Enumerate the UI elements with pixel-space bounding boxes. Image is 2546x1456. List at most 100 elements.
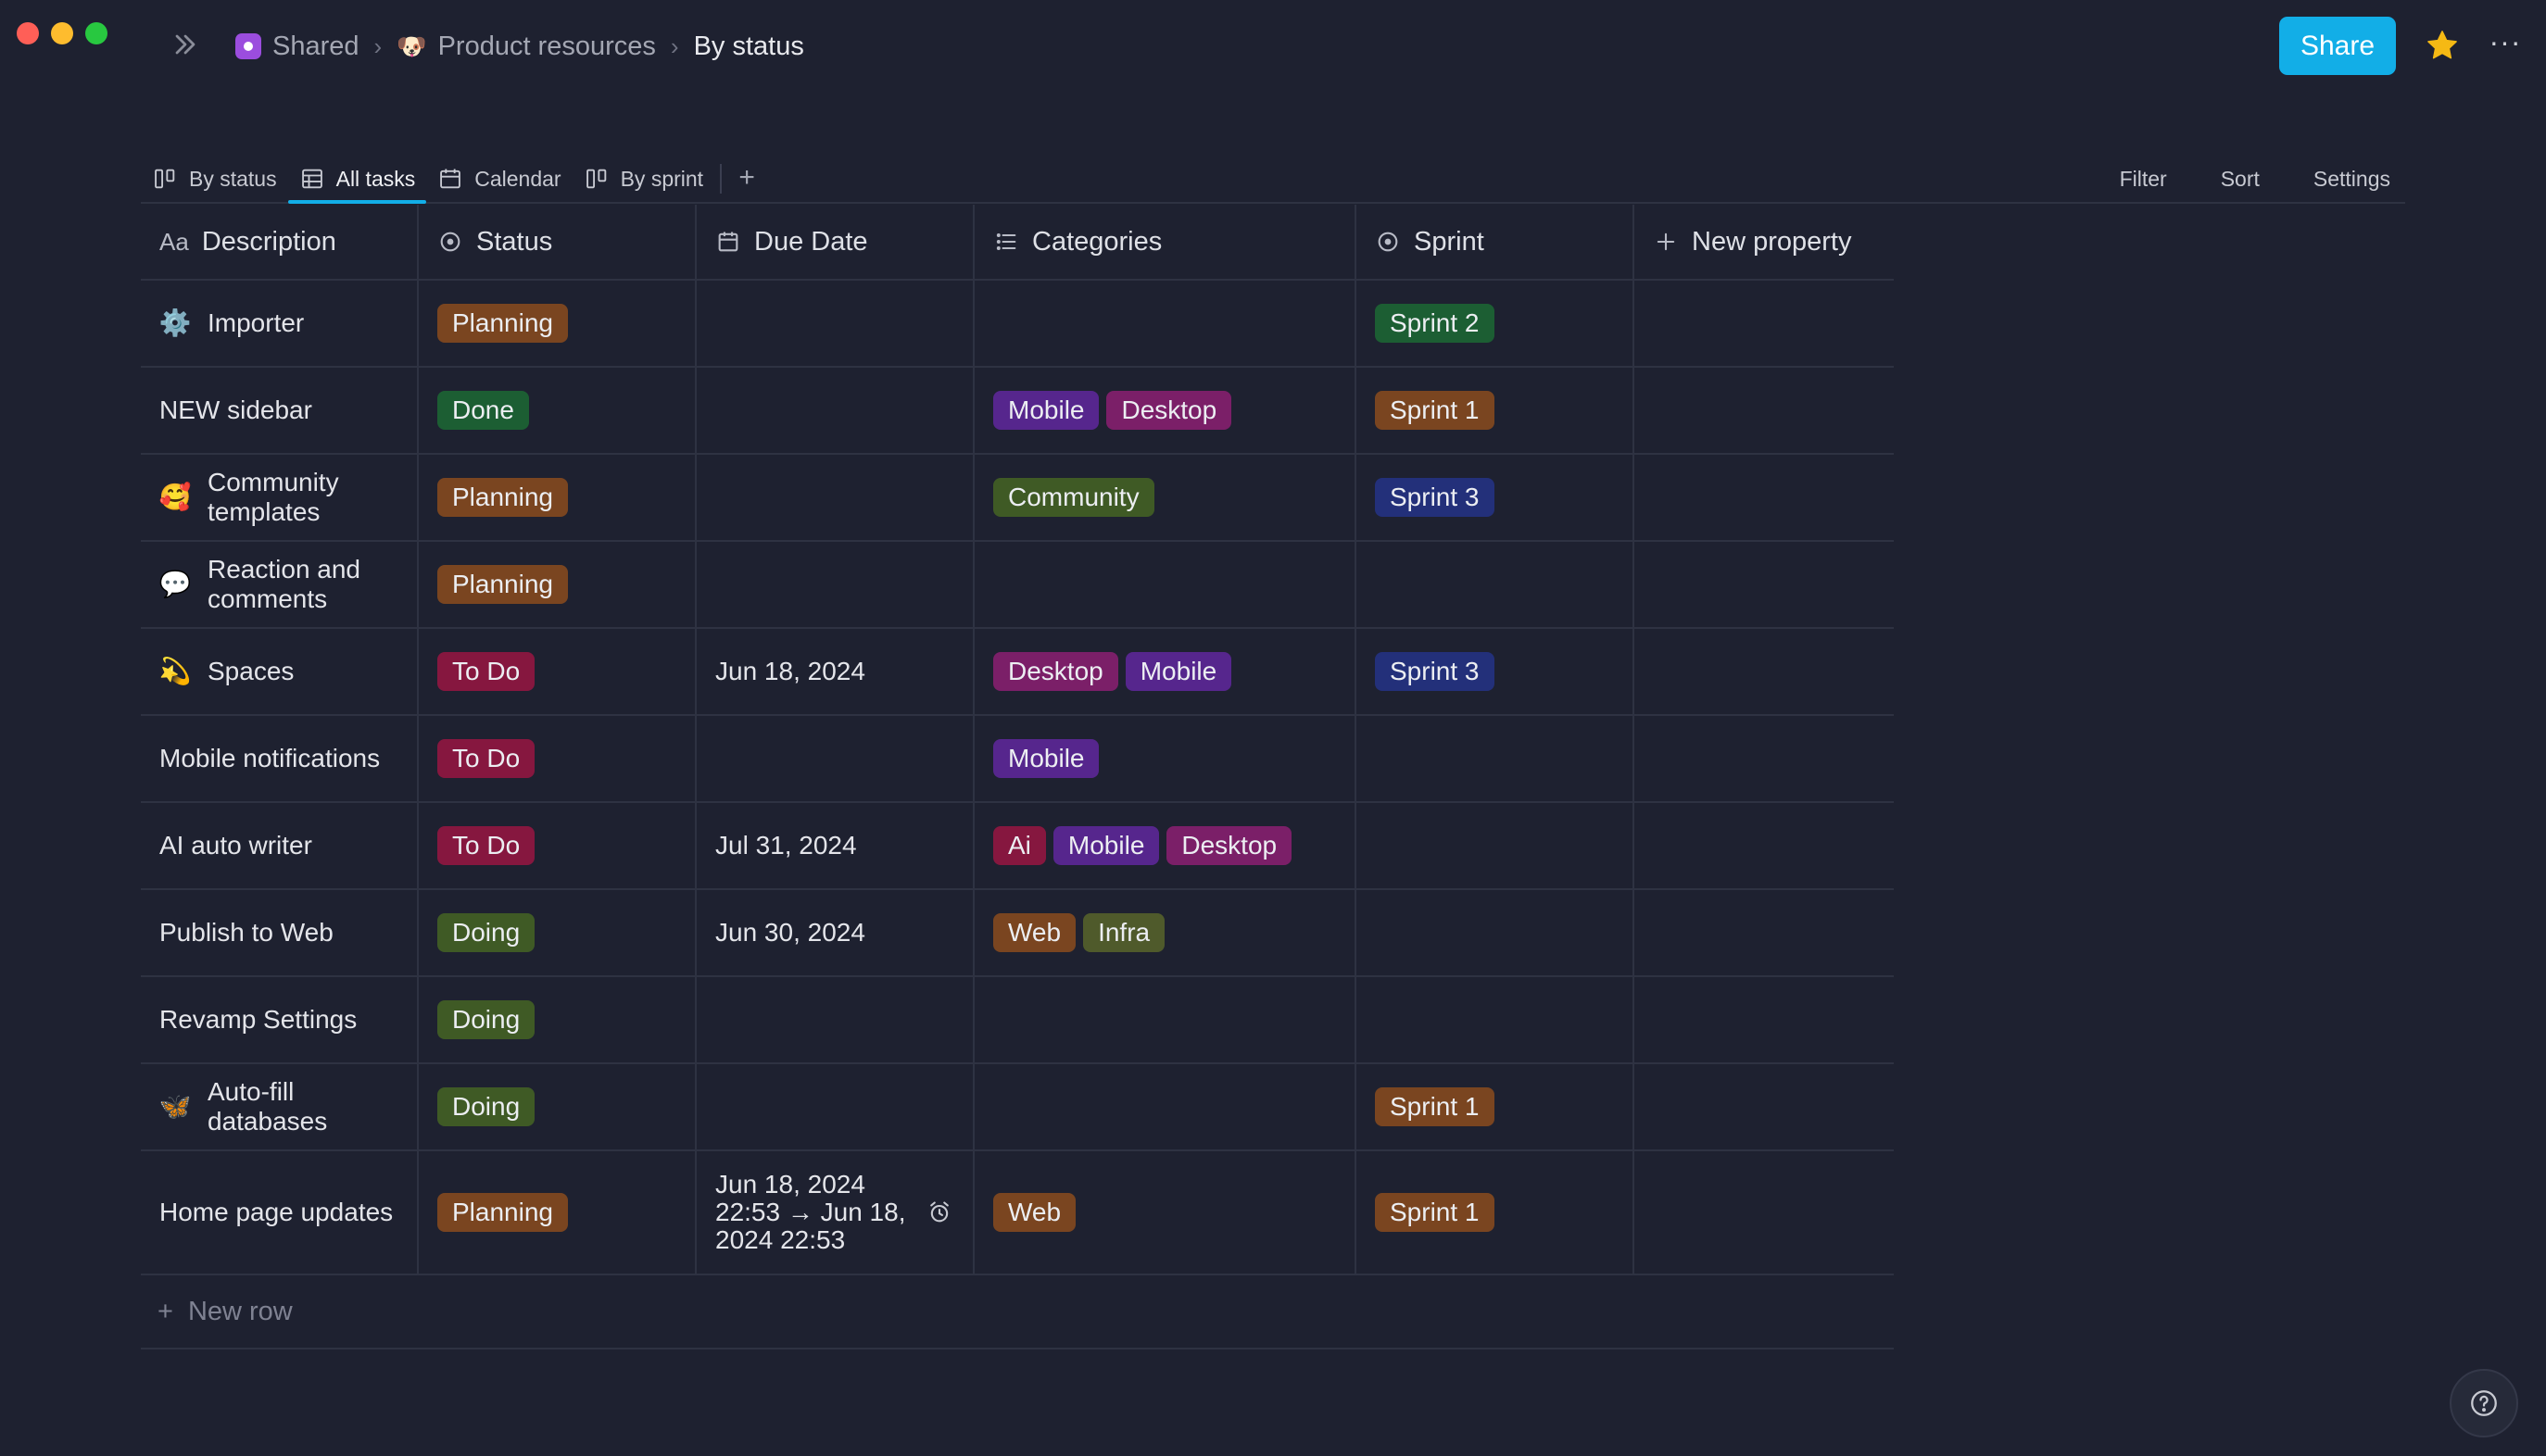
categories-cell[interactable]: Web Infra xyxy=(975,890,1356,975)
description-cell[interactable]: 💫 Spaces xyxy=(141,629,419,714)
status-cell[interactable]: To Do xyxy=(419,629,697,714)
table-row[interactable]: 🥰 Community templates Planning Community Spr… xyxy=(141,455,1894,542)
categories-cell[interactable] xyxy=(975,1064,1356,1149)
description-cell[interactable]: AI auto writer xyxy=(141,803,419,888)
categories-cell[interactable]: Ai Mobile Desktop xyxy=(975,803,1356,888)
sprint-cell[interactable] xyxy=(1356,803,1634,888)
table-row[interactable]: AI auto writer To Do Jul 31, 2024 Ai Mobile D… xyxy=(141,803,1894,890)
column-header-status[interactable]: Status xyxy=(419,205,697,279)
new-property-cell[interactable] xyxy=(1634,455,1894,540)
sprint-cell[interactable] xyxy=(1356,890,1634,975)
status-cell[interactable]: Done xyxy=(419,368,697,453)
categories-cell[interactable] xyxy=(975,542,1356,627)
description-cell[interactable]: ⚙️ Importer xyxy=(141,281,419,366)
new-property-cell[interactable] xyxy=(1634,542,1894,627)
table-row[interactable]: 💬 Reaction and comments Planning xyxy=(141,542,1894,629)
new-property-cell[interactable] xyxy=(1634,803,1894,888)
page-emoji-icon[interactable]: 🦋 xyxy=(159,1091,192,1123)
due-date-cell[interactable]: Jun 30, 2024 xyxy=(697,890,975,975)
page-emoji-icon[interactable]: 💫 xyxy=(159,656,192,687)
breadcrumb-item-product-resources[interactable]: 🐶 Product resources xyxy=(397,31,656,62)
sprint-cell[interactable]: Sprint 1 xyxy=(1356,368,1634,453)
new-property-cell[interactable] xyxy=(1634,890,1894,975)
description-cell[interactable]: NEW sidebar xyxy=(141,368,419,453)
page-emoji-icon[interactable]: 🥰 xyxy=(159,482,192,513)
column-header-due-date[interactable]: Due Date xyxy=(697,205,975,279)
add-view-button[interactable]: + xyxy=(731,163,763,195)
new-property-cell[interactable] xyxy=(1634,716,1894,801)
new-property-cell[interactable] xyxy=(1634,1064,1894,1149)
expand-sidebar-icon[interactable] xyxy=(169,28,202,61)
status-cell[interactable]: Doing xyxy=(419,1064,697,1149)
tab-all-tasks[interactable]: All tasks xyxy=(287,156,427,204)
description-cell[interactable]: Mobile notifications xyxy=(141,716,419,801)
description-cell[interactable]: 💬 Reaction and comments xyxy=(141,542,419,627)
tab-calendar[interactable]: Calendar xyxy=(426,156,572,202)
column-header-categories[interactable]: Categories xyxy=(975,205,1356,279)
table-row[interactable]: 💫 Spaces To Do Jun 18, 2024 Desktop Mobile Spr… xyxy=(141,629,1894,716)
filter-button[interactable]: Filter xyxy=(2120,167,2167,192)
description-cell[interactable]: Publish to Web xyxy=(141,890,419,975)
status-cell[interactable]: Doing xyxy=(419,977,697,1062)
due-date-cell[interactable] xyxy=(697,368,975,453)
due-date-cell[interactable] xyxy=(697,1064,975,1149)
sprint-cell[interactable]: Sprint 3 xyxy=(1356,455,1634,540)
page-emoji-icon[interactable]: 💬 xyxy=(159,569,192,600)
description-cell[interactable]: Home page updates xyxy=(141,1151,419,1274)
table-row[interactable]: Home page updates Planning Jun 18, 2024 22… xyxy=(141,1151,1894,1275)
new-row-button[interactable]: + New row xyxy=(141,1275,1894,1349)
sprint-cell[interactable]: Sprint 2 xyxy=(1356,281,1634,366)
categories-cell[interactable] xyxy=(975,281,1356,366)
table-row[interactable]: Revamp Settings Doing xyxy=(141,977,1894,1064)
help-circle-icon[interactable] xyxy=(2450,1369,2518,1437)
sort-button[interactable]: Sort xyxy=(2221,167,2260,192)
alarm-clock-icon[interactable] xyxy=(926,1199,952,1225)
description-cell[interactable]: 🥰 Community templates xyxy=(141,455,419,540)
description-cell[interactable]: Revamp Settings xyxy=(141,977,419,1062)
table-row[interactable]: Publish to Web Doing Jun 30, 2024 Web Infra xyxy=(141,890,1894,977)
due-date-cell[interactable]: Jun 18, 2024 22:53 → Jun 18, 2024 22:53 xyxy=(697,1151,975,1274)
due-date-cell[interactable] xyxy=(697,455,975,540)
table-row[interactable]: Mobile notifications To Do Mobile xyxy=(141,716,1894,803)
sprint-cell[interactable]: Sprint 3 xyxy=(1356,629,1634,714)
table-row[interactable]: ⚙️ Importer Planning Sprint 2 xyxy=(141,281,1894,368)
page-emoji-icon[interactable]: ⚙️ xyxy=(159,308,192,339)
sprint-cell[interactable] xyxy=(1356,977,1634,1062)
table-row[interactable]: NEW sidebar Done Mobile Desktop Sprint 1 xyxy=(141,368,1894,455)
breadcrumb-item-shared[interactable]: Shared xyxy=(235,31,359,62)
due-date-cell[interactable] xyxy=(697,716,975,801)
status-cell[interactable]: Planning xyxy=(419,281,697,366)
more-horizontal-icon[interactable]: ··· xyxy=(2487,27,2524,65)
status-cell[interactable]: Doing xyxy=(419,890,697,975)
column-header-sprint[interactable]: Sprint xyxy=(1356,205,1634,279)
categories-cell[interactable] xyxy=(975,977,1356,1062)
due-date-cell[interactable]: Jun 18, 2024 xyxy=(697,629,975,714)
sprint-cell[interactable]: Sprint 1 xyxy=(1356,1064,1634,1149)
categories-cell[interactable]: Community xyxy=(975,455,1356,540)
star-icon[interactable] xyxy=(2425,28,2460,63)
new-property-cell[interactable] xyxy=(1634,629,1894,714)
description-cell[interactable]: 🦋 Auto-fill databases xyxy=(141,1064,419,1149)
categories-cell[interactable]: Web xyxy=(975,1151,1356,1274)
share-button[interactable]: Share xyxy=(2279,17,2396,75)
new-property-cell[interactable] xyxy=(1634,368,1894,453)
column-header-description[interactable]: Aa Description xyxy=(141,205,419,279)
new-property-button[interactable]: New property xyxy=(1634,205,1894,279)
status-cell[interactable]: Planning xyxy=(419,1151,697,1274)
status-cell[interactable]: To Do xyxy=(419,803,697,888)
due-date-cell[interactable] xyxy=(697,977,975,1062)
table-row[interactable]: 🦋 Auto-fill databases Doing Sprint 1 xyxy=(141,1064,1894,1151)
status-cell[interactable]: Planning xyxy=(419,455,697,540)
tab-by-status[interactable]: By status xyxy=(141,156,288,202)
status-cell[interactable]: To Do xyxy=(419,716,697,801)
categories-cell[interactable]: Mobile xyxy=(975,716,1356,801)
breadcrumb-item-by-status[interactable]: By status xyxy=(694,31,804,62)
new-property-cell[interactable] xyxy=(1634,1151,1894,1274)
sprint-cell[interactable] xyxy=(1356,542,1634,627)
status-cell[interactable]: Planning xyxy=(419,542,697,627)
new-property-cell[interactable] xyxy=(1634,977,1894,1062)
settings-button[interactable]: Settings xyxy=(2313,167,2390,192)
categories-cell[interactable]: Desktop Mobile xyxy=(975,629,1356,714)
categories-cell[interactable]: Mobile Desktop xyxy=(975,368,1356,453)
due-date-cell[interactable] xyxy=(697,281,975,366)
